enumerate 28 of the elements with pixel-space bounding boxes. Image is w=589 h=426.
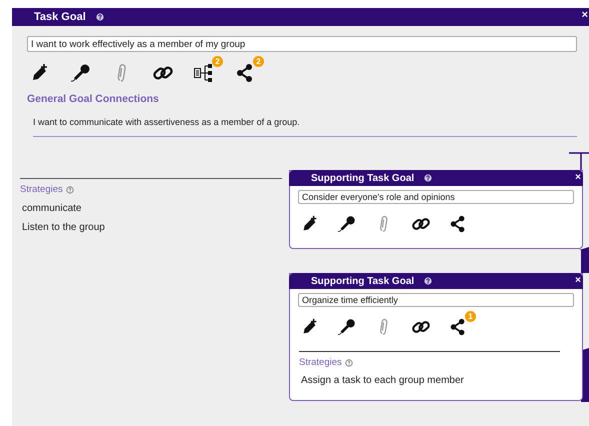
strategies-heading: Strategies xyxy=(20,184,63,195)
help-icon[interactable] xyxy=(96,13,104,21)
strategy-item[interactable]: Listen to the group xyxy=(22,222,282,233)
close-button[interactable]: × xyxy=(574,172,582,184)
help-icon[interactable] xyxy=(424,174,432,182)
goal-input[interactable]: Consider everyone's role and opinions xyxy=(298,190,574,204)
connection-text: I want to communicate with assertiveness as a member of a group. xyxy=(33,117,577,137)
count-badge: 2 xyxy=(212,56,223,67)
strategy-item[interactable]: communicate xyxy=(22,203,282,214)
section-heading: General Goal Connections xyxy=(27,93,160,105)
card-title: Supporting Task Goal xyxy=(311,172,414,184)
microphone-icon[interactable] xyxy=(70,62,92,84)
card-title: Supporting Task Goal xyxy=(311,276,414,286)
microphone-icon[interactable] xyxy=(337,214,357,234)
goal-input[interactable]: Organize time efficiently xyxy=(298,293,574,307)
goal-input[interactable]: I want to work effectively as a member of my group xyxy=(27,36,577,52)
close-button[interactable]: × xyxy=(574,275,582,287)
count-badge: 1 xyxy=(465,311,476,322)
strategy-item[interactable]: Assign a task to each group member xyxy=(301,375,560,386)
hierarchy-icon[interactable] xyxy=(193,62,215,84)
count-badge: 2 xyxy=(253,56,264,67)
microphone-icon[interactable] xyxy=(337,317,357,337)
help-icon[interactable] xyxy=(424,277,432,285)
strategies-heading: Strategies xyxy=(299,357,342,368)
help-icon[interactable] xyxy=(66,186,74,194)
help-icon[interactable] xyxy=(344,358,353,366)
panel-title: Task Goal xyxy=(34,11,86,23)
close-button[interactable]: × xyxy=(580,9,589,21)
